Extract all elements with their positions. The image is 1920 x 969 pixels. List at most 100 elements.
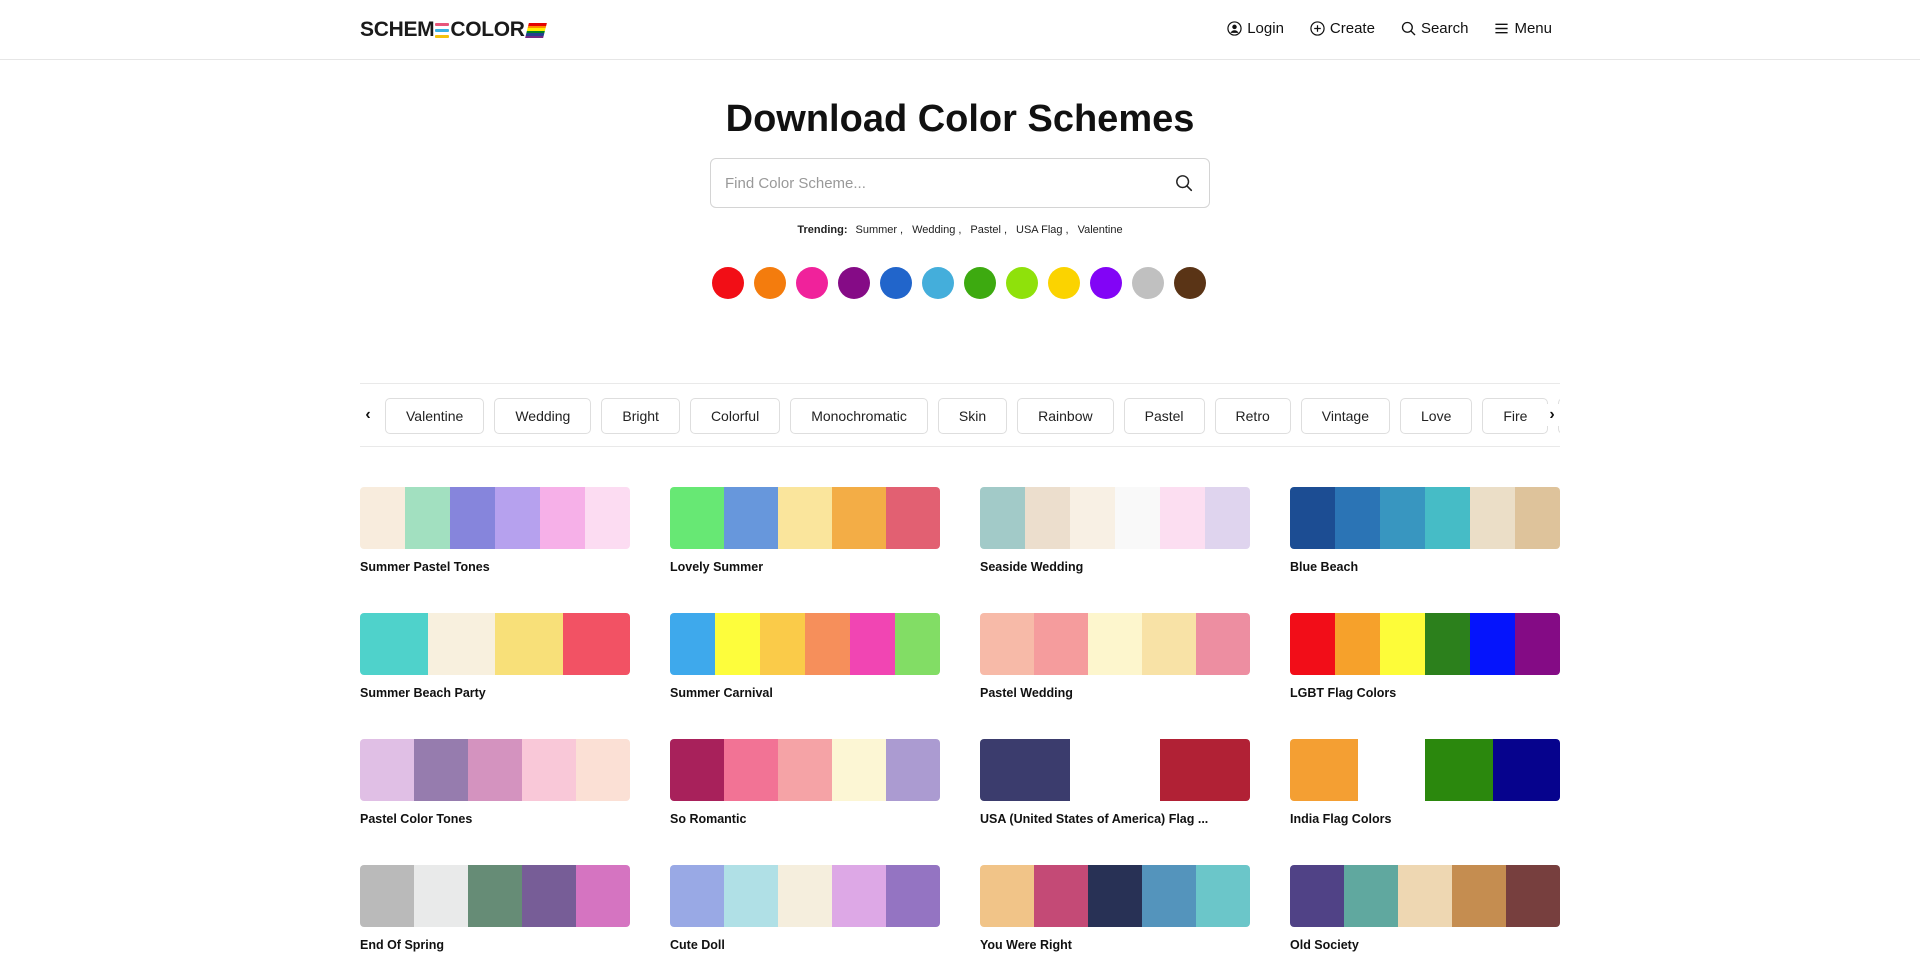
scheme-card[interactable]: Old Society <box>1290 865 1560 966</box>
palette-color-block <box>1205 487 1250 549</box>
scheme-card[interactable]: USA (United States of America) Flag ... <box>980 739 1250 840</box>
scheme-palette[interactable] <box>360 739 630 801</box>
site-logo[interactable]: SCHEM COLOR <box>360 18 547 42</box>
color-filter-swatch[interactable] <box>1090 267 1122 299</box>
scheme-search-input[interactable] <box>725 174 1173 192</box>
color-filter-swatch[interactable] <box>754 267 786 299</box>
palette-color-block <box>1160 487 1205 549</box>
trending-link[interactable]: Summer <box>855 224 897 236</box>
create-link[interactable]: Create <box>1310 20 1375 37</box>
scheme-title[interactable]: Summer Carnival <box>670 686 940 700</box>
scheme-palette[interactable] <box>360 865 630 927</box>
tag-chip[interactable]: Fire <box>1482 398 1549 434</box>
tag-chip[interactable]: Rainbow <box>1017 398 1114 434</box>
tag-chip[interactable]: Pastel <box>1123 398 1205 434</box>
trending-searches: Trending: Summer, Wedding, Pastel, USA F… <box>0 224 1920 236</box>
scheme-title[interactable]: Seaside Wedding <box>980 560 1250 574</box>
scheme-title[interactable]: Summer Beach Party <box>360 686 630 700</box>
scheme-title[interactable]: So Romantic <box>670 812 940 826</box>
top-navigation-bar: SCHEM COLOR Login Create Search Menu <box>0 0 1920 60</box>
tag-chip[interactable]: Colorful <box>689 398 781 434</box>
scheme-card[interactable]: Pastel Color Tones <box>360 739 630 840</box>
scheme-title[interactable]: LGBT Flag Colors <box>1290 686 1560 700</box>
color-filter-swatch[interactable] <box>712 267 744 299</box>
scheme-palette[interactable] <box>980 865 1250 927</box>
scheme-card[interactable]: Lovely Summer <box>670 487 940 588</box>
scheme-palette[interactable] <box>670 487 940 549</box>
scheme-card[interactable]: Summer Carnival <box>670 613 940 714</box>
scheme-palette[interactable] <box>1290 739 1560 801</box>
scheme-palette[interactable] <box>980 613 1250 675</box>
scheme-card[interactable]: Cute Doll <box>670 865 940 966</box>
tag-chip[interactable]: Monochromatic <box>790 398 928 434</box>
tag-chip[interactable]: Bright <box>601 398 680 434</box>
search-link[interactable]: Search <box>1401 20 1468 37</box>
tag-chip[interactable]: Vintage <box>1300 398 1390 434</box>
tag-chip[interactable]: Wedding <box>494 398 592 434</box>
color-filter-swatch[interactable] <box>1174 267 1206 299</box>
scheme-card[interactable]: So Romantic <box>670 739 940 840</box>
scheme-card[interactable]: India Flag Colors <box>1290 739 1560 840</box>
scheme-card[interactable]: Seaside Wedding <box>980 487 1250 588</box>
palette-color-block <box>1160 739 1250 801</box>
scheme-palette[interactable] <box>670 739 940 801</box>
scheme-card[interactable]: Pastel Wedding <box>980 613 1250 714</box>
search-icon <box>1176 175 1193 192</box>
palette-color-block <box>886 739 940 801</box>
logo-flag-stripe <box>524 35 544 38</box>
tag-chip[interactable]: Retro <box>1214 398 1291 434</box>
tag-chip[interactable]: Skin <box>937 398 1008 434</box>
scheme-title[interactable]: India Flag Colors <box>1290 812 1560 826</box>
color-filter-swatch[interactable] <box>1006 267 1038 299</box>
scheme-card[interactable]: End Of Spring <box>360 865 630 966</box>
scheme-palette[interactable] <box>980 739 1250 801</box>
trending-link[interactable]: USA Flag <box>1016 224 1062 236</box>
scheme-card[interactable]: LGBT Flag Colors <box>1290 613 1560 714</box>
scheme-title[interactable]: You Were Right <box>980 938 1250 952</box>
color-filter-swatch[interactable] <box>1048 267 1080 299</box>
trending-link[interactable]: Pastel <box>970 224 1001 236</box>
menu-button[interactable]: Menu <box>1494 20 1552 37</box>
scheme-title[interactable]: Blue Beach <box>1290 560 1560 574</box>
tag-chip[interactable]: Valentine <box>385 398 485 434</box>
color-filter-swatch[interactable] <box>880 267 912 299</box>
color-filter-swatch[interactable] <box>796 267 828 299</box>
scheme-title[interactable]: Cute Doll <box>670 938 940 952</box>
search-submit-button[interactable] <box>1173 172 1195 194</box>
scheme-palette[interactable] <box>1290 613 1560 675</box>
scheme-card[interactable]: You Were Right <box>980 865 1250 966</box>
color-filter-swatch[interactable] <box>964 267 996 299</box>
trending-link[interactable]: Wedding <box>912 224 955 236</box>
palette-color-block <box>414 739 468 801</box>
scheme-card[interactable]: Summer Pastel Tones <box>360 487 630 588</box>
scheme-title[interactable]: Pastel Color Tones <box>360 812 630 826</box>
palette-color-block <box>886 865 940 927</box>
scheme-palette[interactable] <box>1290 487 1560 549</box>
scheme-palette[interactable] <box>980 487 1250 549</box>
palette-color-block <box>1025 487 1070 549</box>
tag-chip[interactable]: Love <box>1400 398 1473 434</box>
scheme-palette[interactable] <box>360 613 630 675</box>
palette-color-block <box>1398 865 1452 927</box>
chevron-left-icon[interactable]: ‹ <box>360 404 376 426</box>
scheme-title[interactable]: Lovely Summer <box>670 560 940 574</box>
scheme-title[interactable]: Summer Pastel Tones <box>360 560 630 574</box>
login-link[interactable]: Login <box>1227 20 1284 37</box>
color-filter-swatch[interactable] <box>922 267 954 299</box>
scheme-palette[interactable] <box>670 613 940 675</box>
color-filter-swatch[interactable] <box>1132 267 1164 299</box>
color-filter-swatch[interactable] <box>838 267 870 299</box>
scheme-title[interactable]: Pastel Wedding <box>980 686 1250 700</box>
scheme-card[interactable]: Summer Beach Party <box>360 613 630 714</box>
scheme-title[interactable]: Old Society <box>1290 938 1560 952</box>
palette-color-block <box>468 739 522 801</box>
chevron-right-icon[interactable]: › <box>1544 404 1560 426</box>
scheme-card[interactable]: Blue Beach <box>1290 487 1560 588</box>
scheme-palette[interactable] <box>670 865 940 927</box>
scheme-palette[interactable] <box>1290 865 1560 927</box>
trending-link[interactable]: Valentine <box>1078 224 1123 236</box>
palette-color-block <box>850 613 895 675</box>
scheme-title[interactable]: USA (United States of America) Flag ... <box>980 812 1250 826</box>
scheme-title[interactable]: End Of Spring <box>360 938 630 952</box>
scheme-palette[interactable] <box>360 487 630 549</box>
